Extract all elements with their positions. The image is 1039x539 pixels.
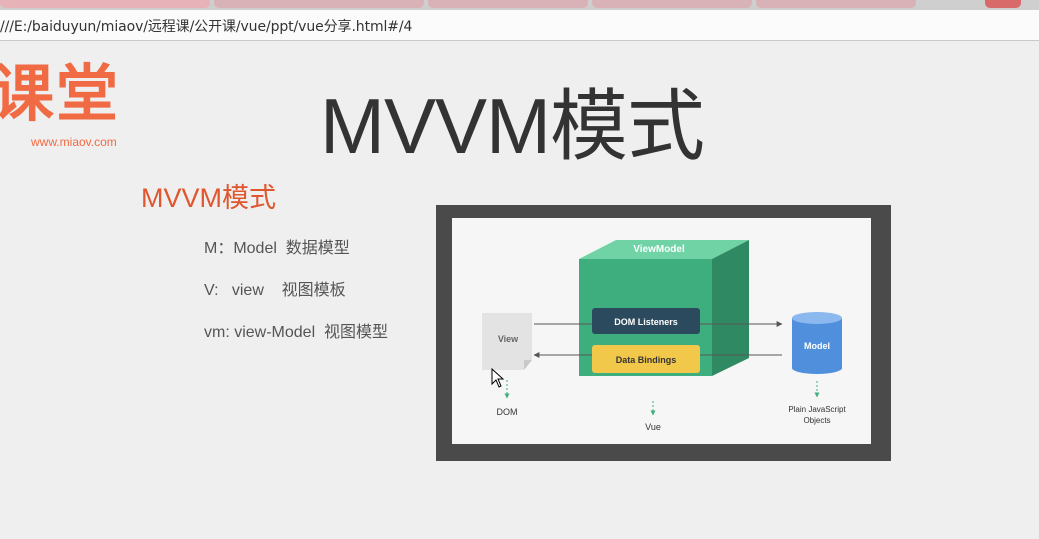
model-label: Model [804,341,830,351]
url-text[interactable]: ///E:/baiduyun/miaov/远程课/公开课/vue/ppt/vue… [0,16,412,36]
window-close-button[interactable] [985,0,1021,8]
slide-subtitle: MVVM模式 [141,183,276,213]
dom-label: DOM [497,407,518,417]
viewmodel-label: ViewModel [633,244,685,255]
tab-strip [0,0,1039,10]
list-item-viewmodel: vm: view-Model 视图模型 [204,324,389,341]
plain-js-label-2: Objects [803,416,830,425]
logo-url: www.miaov.com [31,135,117,149]
list-item-model: M：Model 数据模型 [204,240,350,257]
model-cylinder: Model [792,312,842,374]
mouse-cursor-icon [491,368,505,388]
list-item-view: V: view 视图模板 [204,282,346,299]
tab[interactable] [214,0,424,8]
tab[interactable] [428,0,588,8]
mvvm-diagram: ViewModel DOM Listeners Data Bindings Vi… [452,218,871,444]
mvvm-diagram-frame: ViewModel DOM Listeners Data Bindings Vi… [436,205,891,461]
data-bindings-label: Data Bindings [616,355,677,365]
slide: 课堂 www.miaov.com MVVM模式 MVVM模式 M：Model 数… [0,41,1039,539]
view-page-icon: View [482,313,532,370]
slide-title: MVVM模式 [320,82,705,170]
tab[interactable] [592,0,752,8]
dom-listeners-label: DOM Listeners [614,317,678,327]
tab[interactable] [756,0,916,8]
address-bar[interactable]: ///E:/baiduyun/miaov/远程课/公开课/vue/ppt/vue… [0,10,1039,41]
logo-brand-text: 课堂 [0,57,121,130]
mvvm-diagram-svg: ViewModel DOM Listeners Data Bindings Vi… [482,240,846,432]
tab-active[interactable] [0,0,210,8]
vue-label: Vue [645,422,661,432]
view-label: View [498,334,519,344]
plain-js-label-1: Plain JavaScript [788,405,846,414]
